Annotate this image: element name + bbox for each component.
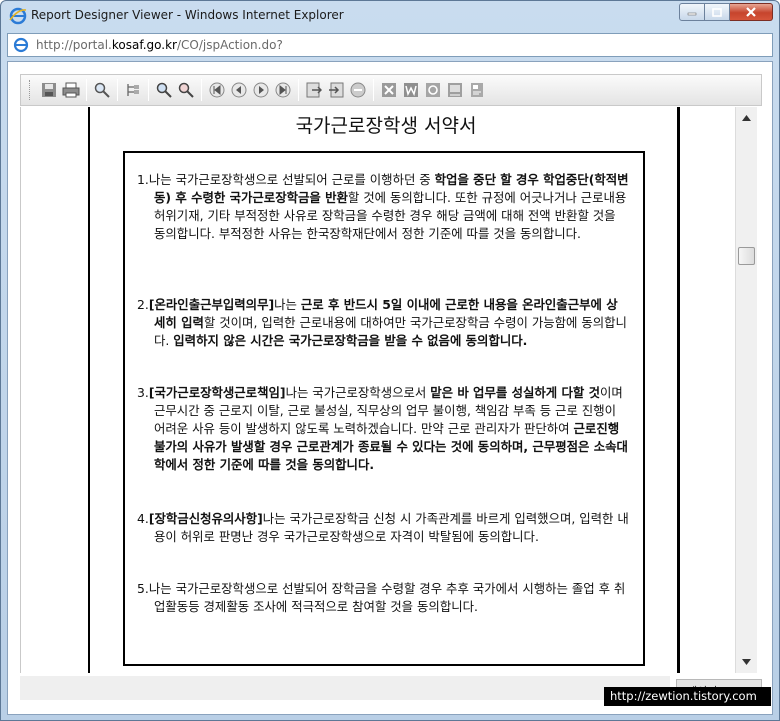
- close-icon: [746, 7, 756, 17]
- prev-page-icon: [231, 82, 247, 98]
- address-bar[interactable]: http://portal.kosaf.go.kr/CO/jspAction.d…: [7, 33, 773, 57]
- export-button[interactable]: [304, 80, 324, 100]
- import-icon: [329, 82, 344, 98]
- clause-bold-text: [온라인출근부입력의무]: [148, 297, 275, 312]
- pdf-icon: [471, 83, 483, 97]
- clause-number: 1.: [137, 172, 149, 187]
- maximize-button[interactable]: [705, 3, 730, 21]
- url-path: /CO/jspAction.do?: [176, 38, 283, 52]
- find-icon: [156, 82, 172, 98]
- last-page-button[interactable]: [273, 80, 293, 100]
- scroll-down-button[interactable]: [736, 653, 757, 670]
- clause-5: 5.나는 국가근로장학생으로 선발되어 장학금을 수령할 경우 추후 국가에서 …: [137, 580, 629, 616]
- clause-4: 4.[장학금신청유의사항]나는 국가근로장학금 신청 시 가족관계를 바르게 입…: [137, 510, 629, 546]
- title-bar: Report Designer Viewer - Windows Interne…: [1, 1, 779, 31]
- toolbar-separator: [298, 79, 299, 101]
- hwp-export-button[interactable]: [423, 80, 443, 100]
- close-button[interactable]: [730, 3, 773, 21]
- import-button[interactable]: [326, 80, 346, 100]
- page-left-border: [88, 107, 90, 673]
- viewer-toolbar: [20, 74, 762, 106]
- minimize-icon: [687, 12, 697, 16]
- url-prefix: http://portal.: [36, 38, 112, 52]
- next-page-button[interactable]: [251, 80, 271, 100]
- print-icon: [62, 82, 80, 98]
- clause-text: 나는: [274, 297, 301, 312]
- tree-icon: [127, 84, 139, 96]
- find-next-button[interactable]: [176, 80, 196, 100]
- clause-3: 3.[국가근로장학생근로책임]나는 국가근로장학생으로서 맡은 바 업무를 성실…: [137, 384, 629, 474]
- find-next-icon: [178, 82, 194, 98]
- ie-icon: [13, 37, 29, 53]
- browser-window: Report Designer Viewer - Windows Interne…: [0, 0, 780, 721]
- clause-2: 2.[온라인출근부입력의무]나는 근로 후 반드시 5일 이내에 근로한 내용을…: [137, 296, 629, 350]
- zoom-button[interactable]: [92, 80, 112, 100]
- word-icon: [404, 83, 418, 97]
- watermark-url: http://zewtion.tistory.com: [604, 687, 771, 706]
- url-domain: kosaf.go.kr: [111, 38, 177, 52]
- toolbar-separator: [86, 79, 87, 101]
- chevron-up-icon: [742, 114, 751, 121]
- toolbar-separator: [201, 79, 202, 101]
- stop-icon: [350, 82, 366, 98]
- clause-bold-text: [국가근로장학생근로책임]: [148, 385, 286, 400]
- image-icon: [448, 83, 462, 97]
- minimize-button[interactable]: [679, 3, 705, 21]
- chevron-down-icon: [742, 658, 751, 665]
- find-button[interactable]: [154, 80, 174, 100]
- clause-text: 나는 국가근로장학생으로 선발되어 근로를 이행하던 중: [148, 172, 435, 187]
- first-page-button[interactable]: [207, 80, 227, 100]
- agreement-box: 1.나는 국가근로장학생으로 선발되어 근로를 이행하던 중 학업을 중단 할 …: [123, 151, 645, 666]
- toolbar-separator: [373, 79, 374, 101]
- toolbar-separator: [148, 79, 149, 101]
- hwp-icon: [426, 83, 440, 97]
- clause-bold-text: 맡은 바 업무를 성실하게 다할 것: [430, 385, 600, 400]
- toolbar-grip[interactable]: [29, 80, 32, 100]
- address-url: http://portal.kosaf.go.kr/CO/jspAction.d…: [36, 38, 283, 52]
- report-viewer: 국가근로장학생 서약서 1.나는 국가근로장학생으로 선발되어 근로를 이행하던…: [7, 61, 773, 715]
- next-page-icon: [253, 82, 269, 98]
- first-page-icon: [209, 82, 225, 98]
- clause-number: 5.: [137, 581, 149, 596]
- clause-bold-text: [장학금신청유의사항]: [148, 511, 263, 526]
- clause-text: 나는 국가근로장학생으로 선발되어 장학금을 수령할 경우 추후 국가에서 시행…: [148, 581, 626, 614]
- stop-button[interactable]: [348, 80, 368, 100]
- ie-icon: [9, 7, 27, 25]
- toolbar-separator: [117, 79, 118, 101]
- image-export-button[interactable]: [445, 80, 465, 100]
- window-controls: [679, 3, 773, 23]
- clause-1: 1.나는 국가근로장학생으로 선발되어 근로를 이행하던 중 학업을 중단 할 …: [137, 171, 629, 243]
- save-button[interactable]: [39, 80, 59, 100]
- document-title: 국가근로장학생 서약서: [295, 115, 477, 137]
- page-right-border: [677, 107, 680, 673]
- report-page-area: 국가근로장학생 서약서 1.나는 국가근로장학생으로 선발되어 근로를 이행하던…: [20, 107, 735, 673]
- zoom-icon: [94, 82, 110, 98]
- pdf-export-button[interactable]: [467, 80, 487, 100]
- window-title: Report Designer Viewer - Windows Interne…: [31, 8, 344, 22]
- vertical-scrollbar[interactable]: [735, 107, 757, 673]
- clause-bold-text: 입력하지 않은 시간은 국가근로장학금을 받을 수 없음에 동의합니다.: [173, 333, 528, 348]
- word-export-button[interactable]: [401, 80, 421, 100]
- excel-export-button[interactable]: [379, 80, 399, 100]
- clause-number: 2.: [137, 297, 149, 312]
- horizontal-scrollbar[interactable]: [20, 676, 670, 700]
- prev-page-button[interactable]: [229, 80, 249, 100]
- export-icon: [306, 82, 322, 98]
- maximize-icon: [712, 7, 722, 17]
- clause-number: 3.: [137, 385, 149, 400]
- clause-text: 나는 국가근로장학생으로서: [285, 385, 431, 400]
- clause-number: 4.: [137, 511, 149, 526]
- excel-icon: [382, 83, 396, 97]
- save-icon: [42, 83, 56, 97]
- last-page-icon: [275, 82, 291, 98]
- scroll-up-button[interactable]: [736, 109, 757, 126]
- tree-button[interactable]: [123, 80, 143, 100]
- scroll-thumb[interactable]: [738, 247, 755, 265]
- print-button[interactable]: [61, 80, 81, 100]
